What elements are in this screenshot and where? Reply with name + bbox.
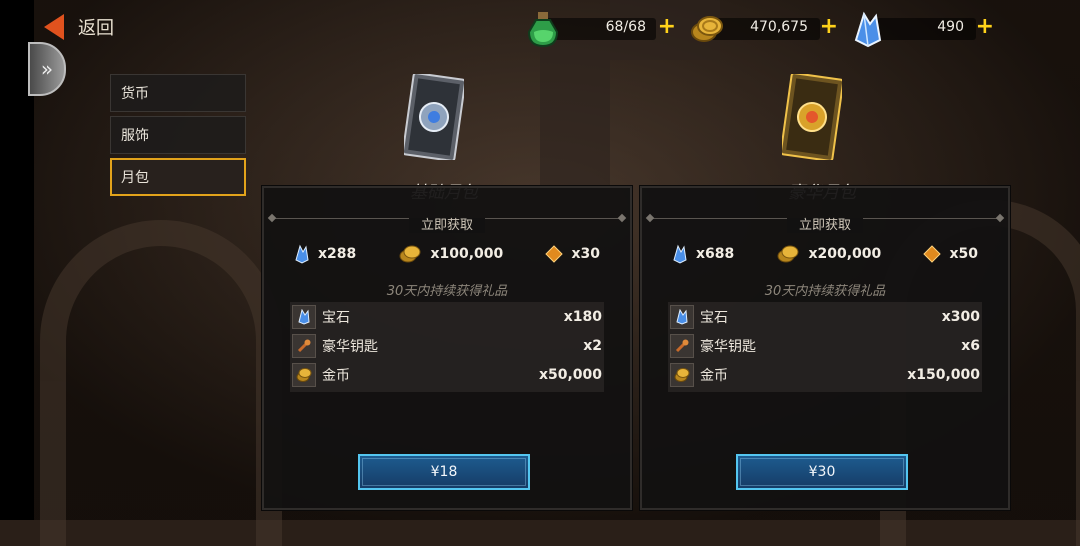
blue-crystal-icon bbox=[673, 244, 687, 264]
resource-gold: 470,675 + bbox=[690, 10, 838, 46]
gems-value: 490 bbox=[937, 19, 964, 35]
stamina-potion-icon bbox=[527, 12, 559, 48]
deluxe-pack-card-icon bbox=[782, 74, 842, 160]
reward-orange-gem: x30 bbox=[545, 245, 600, 263]
item-amount: x2 bbox=[583, 337, 602, 354]
basic-pack-card: 立即获取 x288 x100,000 x30 30天内持续获得礼品 宝石 x18… bbox=[262, 186, 632, 510]
reward-amount: x288 bbox=[318, 246, 357, 262]
list-item: 豪华钥匙 x2 bbox=[290, 331, 604, 360]
blue-crystal-icon bbox=[295, 244, 309, 264]
reward-amount: x100,000 bbox=[430, 246, 504, 262]
item-name: 宝石 bbox=[700, 309, 728, 326]
reward-amount: x200,000 bbox=[808, 246, 882, 262]
back-button[interactable]: 返回 bbox=[44, 14, 114, 40]
instant-label: 立即获取 bbox=[408, 218, 485, 233]
category-menu: 货币 服饰 月包 bbox=[110, 74, 246, 200]
reward-gold: x200,000 bbox=[776, 244, 881, 264]
deluxe-key-icon bbox=[675, 339, 689, 352]
item-amount: x6 bbox=[961, 337, 980, 354]
list-item: 金币 x150,000 bbox=[668, 360, 982, 389]
deluxe-key-icon bbox=[297, 339, 311, 352]
add-gems-button[interactable]: + bbox=[976, 14, 994, 39]
item-amount: x180 bbox=[563, 308, 602, 325]
item-amount: x300 bbox=[941, 308, 980, 325]
item-name: 豪华钥匙 bbox=[322, 338, 378, 355]
reward-amount: x30 bbox=[571, 246, 600, 262]
menu-item-costumes[interactable]: 服饰 bbox=[110, 116, 246, 154]
item-name: 豪华钥匙 bbox=[700, 338, 756, 355]
buy-basic-pack-button[interactable]: ¥18 bbox=[358, 454, 530, 490]
resource-stamina: 68/68 + bbox=[526, 10, 676, 48]
resource-gems: 490 + bbox=[850, 10, 994, 48]
buy-deluxe-pack-button[interactable]: ¥30 bbox=[736, 454, 908, 490]
back-label: 返回 bbox=[78, 18, 114, 39]
gold-coins-icon bbox=[674, 367, 690, 382]
reward-amount: x50 bbox=[949, 246, 978, 262]
list-item: 金币 x50,000 bbox=[290, 360, 604, 389]
deluxe-pack-card: 立即获取 x688 x200,000 x50 30天内持续获得礼品 宝石 x30… bbox=[640, 186, 1010, 510]
list-item: 宝石 x180 bbox=[290, 302, 604, 331]
gold-coins-icon bbox=[691, 16, 723, 42]
orange-gem-icon bbox=[545, 245, 564, 263]
reward-amount: x688 bbox=[696, 246, 735, 262]
instant-rewards: x688 x200,000 x50 bbox=[672, 244, 978, 264]
gold-value: 470,675 bbox=[750, 19, 808, 35]
daily-subtitle: 30天内持续获得礼品 bbox=[386, 284, 508, 299]
menu-item-currency[interactable]: 货币 bbox=[110, 74, 246, 112]
gold-coins-icon bbox=[296, 367, 312, 382]
blue-crystal-icon bbox=[676, 308, 688, 325]
orange-gem-icon bbox=[923, 245, 942, 263]
item-amount: x150,000 bbox=[907, 366, 980, 383]
blue-crystal-icon bbox=[854, 11, 882, 48]
instant-label: 立即获取 bbox=[786, 218, 863, 233]
item-name: 金币 bbox=[322, 367, 350, 384]
item-amount: x50,000 bbox=[538, 366, 602, 383]
list-item: 宝石 x300 bbox=[668, 302, 982, 331]
instant-rewards: x288 x100,000 x30 bbox=[294, 244, 600, 264]
list-item: 豪华钥匙 x6 bbox=[668, 331, 982, 360]
menu-item-monthly-pack[interactable]: 月包 bbox=[110, 158, 246, 196]
item-name: 金币 bbox=[700, 367, 728, 384]
daily-rewards-list: 宝石 x300 豪华钥匙 x6 金币 x150,000 bbox=[668, 302, 982, 392]
daily-subtitle: 30天内持续获得礼品 bbox=[764, 284, 886, 299]
reward-gems: x688 bbox=[672, 244, 734, 264]
gold-coins-icon bbox=[777, 245, 799, 263]
daily-rewards-list: 宝石 x180 豪华钥匙 x2 金币 x50,000 bbox=[290, 302, 604, 392]
reward-gold: x100,000 bbox=[398, 244, 503, 264]
stamina-value: 68/68 bbox=[605, 19, 646, 35]
blue-crystal-icon bbox=[298, 308, 310, 325]
reward-orange-gem: x50 bbox=[923, 245, 978, 263]
add-gold-button[interactable]: + bbox=[820, 14, 838, 39]
reward-gems: x288 bbox=[294, 244, 356, 264]
basic-pack-card-icon bbox=[404, 74, 464, 160]
item-name: 宝石 bbox=[322, 309, 350, 326]
gold-coins-icon bbox=[399, 245, 421, 263]
back-arrow-icon bbox=[44, 14, 64, 40]
chevron-right-icon: » bbox=[40, 57, 54, 81]
add-stamina-button[interactable]: + bbox=[658, 14, 676, 39]
